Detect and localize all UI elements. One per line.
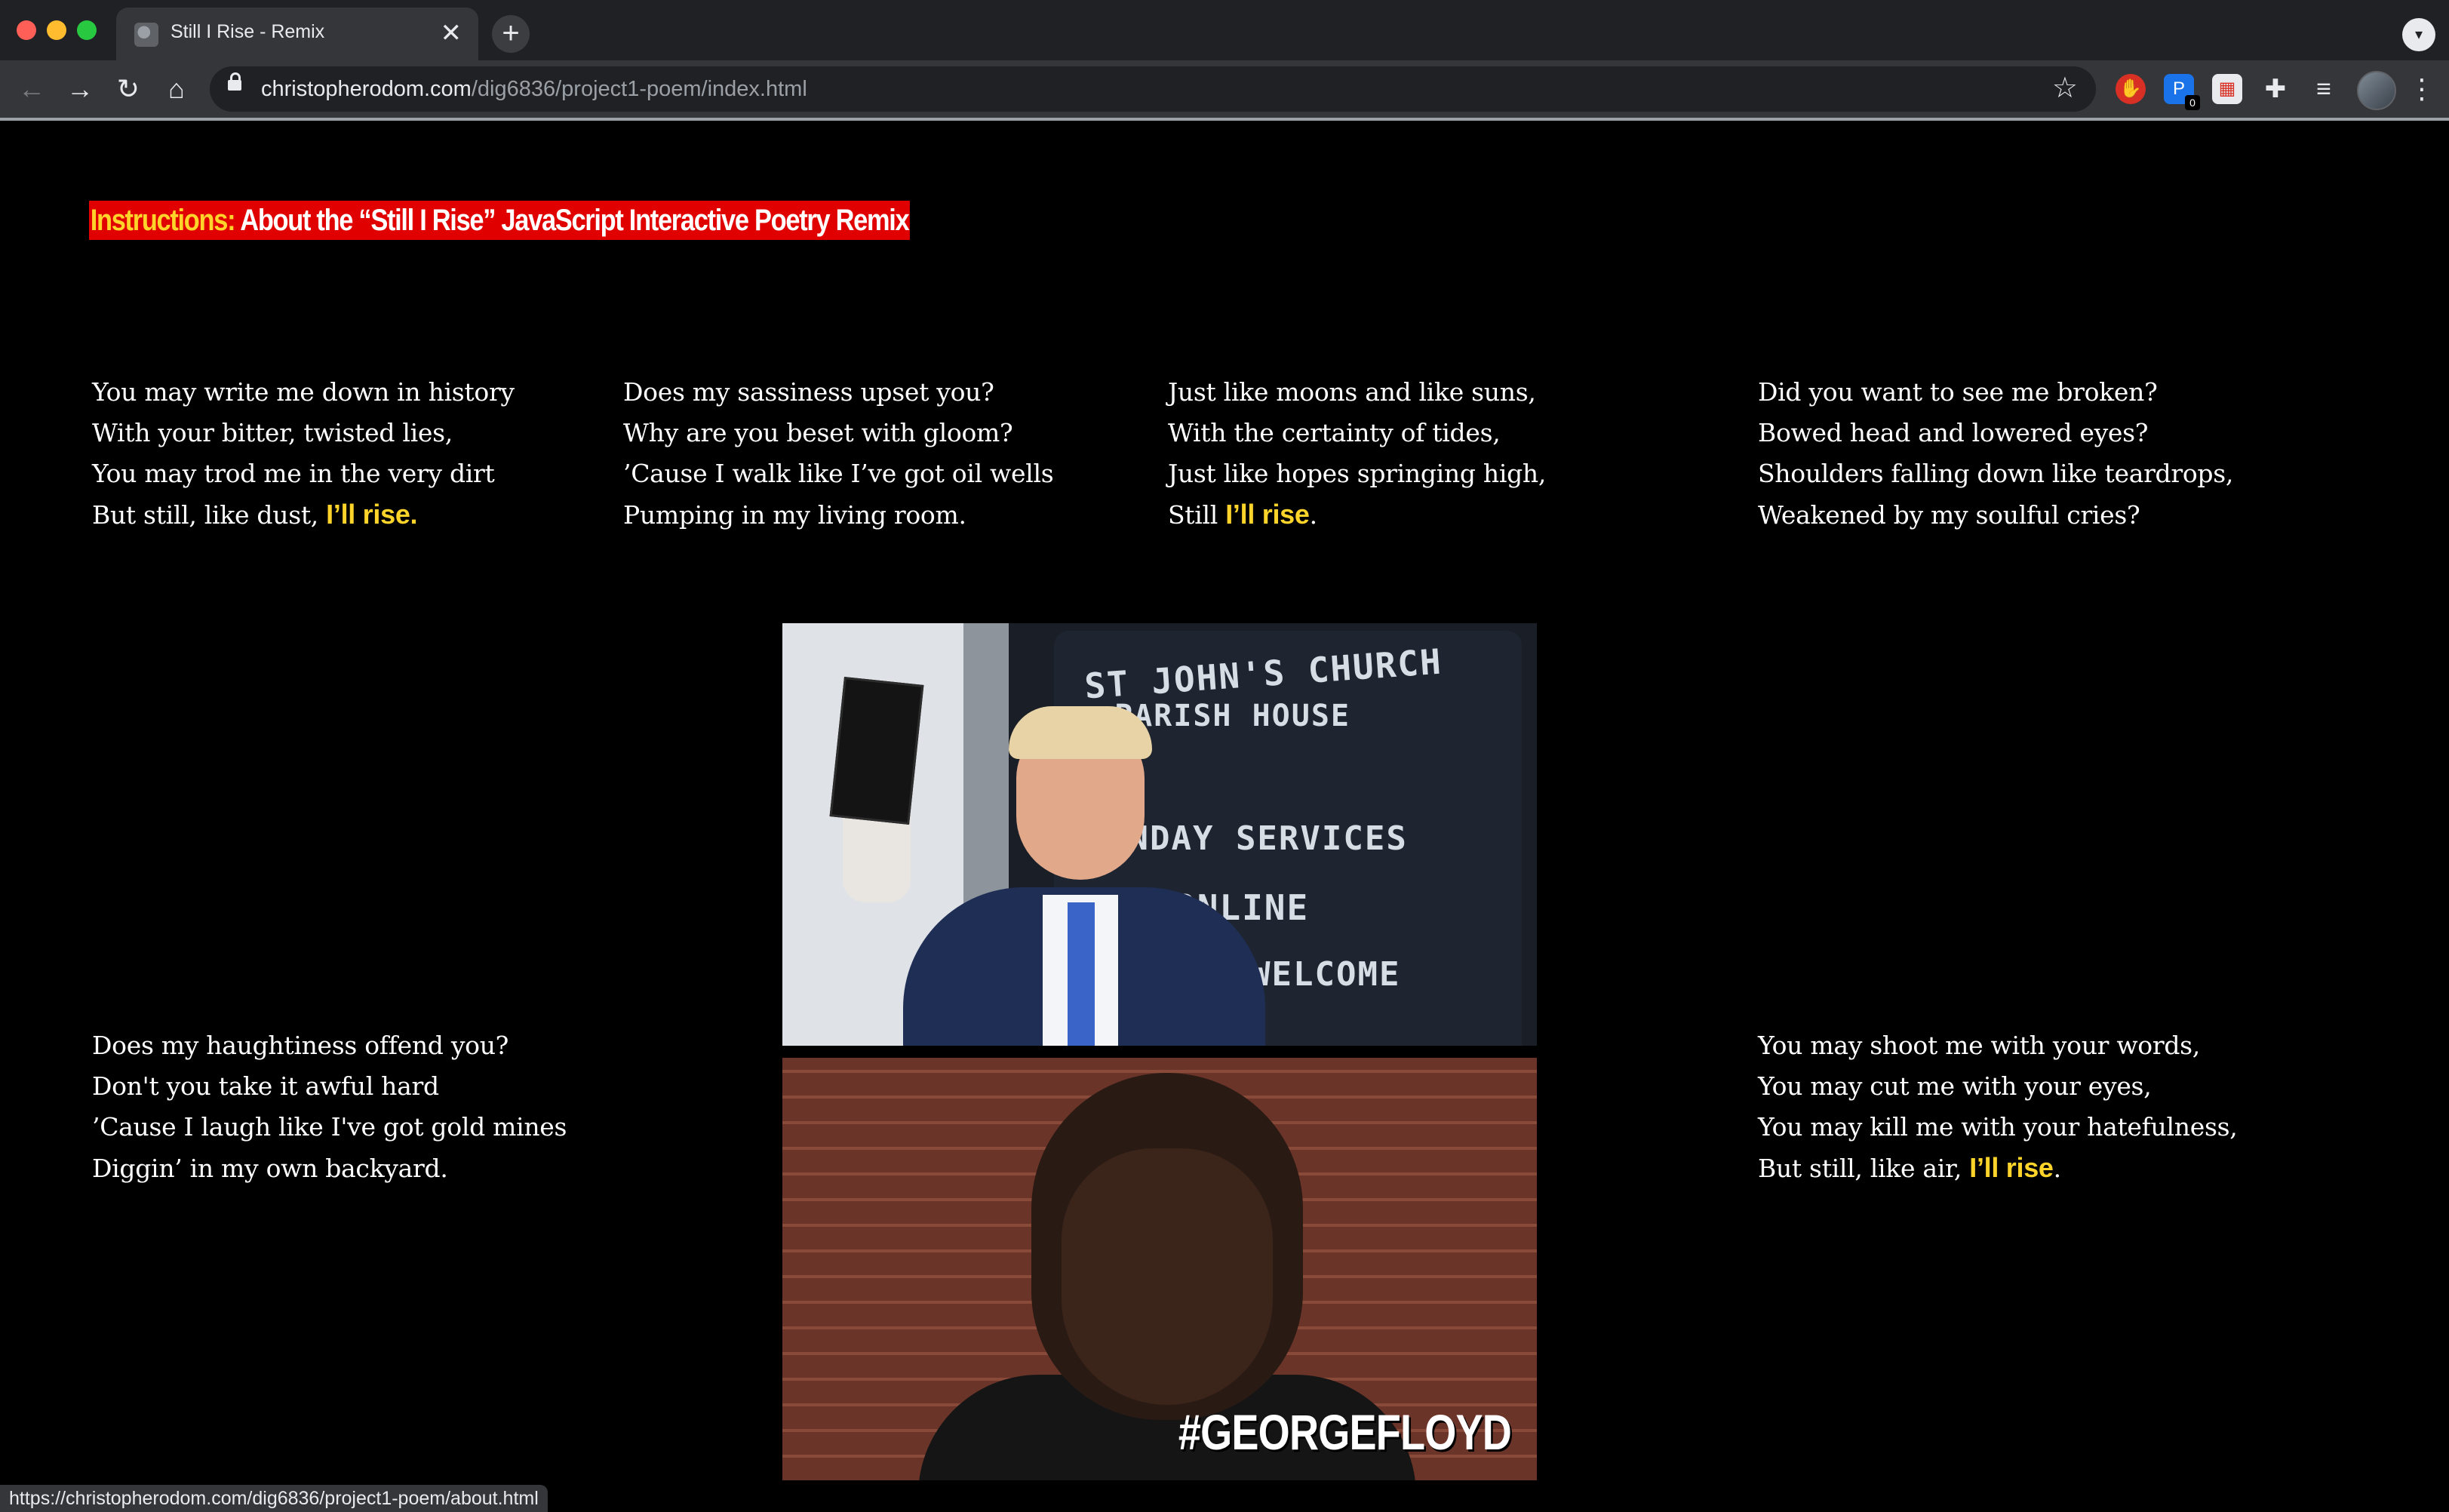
- stanza-line: With your bitter, twisted lies,: [92, 418, 453, 447]
- stanza-line-prefix: Still: [1168, 500, 1226, 530]
- address-bar[interactable]: christopherodom.com/dig6836/project1-poe…: [210, 66, 2096, 112]
- stanza-2: Does my sassiness upset you? Why are you…: [623, 372, 1054, 536]
- reading-list-icon[interactable]: ≡: [2309, 74, 2339, 104]
- maximize-window-button[interactable]: [77, 20, 97, 40]
- page-content: Instructions: About the “Still I Rise” J…: [0, 121, 2449, 1512]
- stanza-line-prefix: Weakened by my soulful cries?: [1758, 500, 2140, 530]
- extension-hand-icon[interactable]: ✋: [2116, 74, 2146, 104]
- minimize-window-button[interactable]: [47, 20, 66, 40]
- stanza-line-prefix: Diggin’ in my own backyard.: [92, 1154, 448, 1183]
- extensions-puzzle-icon[interactable]: ✚: [2260, 74, 2291, 104]
- stanza-line-suffix: .: [1309, 500, 1318, 530]
- home-icon[interactable]: ⌂: [158, 71, 195, 107]
- reload-icon[interactable]: ↻: [110, 71, 146, 107]
- church-photo[interactable]: ST JOHN'S CHURCH PARISH HOUSE UNDAY SERV…: [782, 623, 1537, 1046]
- lock-icon: [228, 72, 241, 91]
- stanza-6: You may shoot me with your words, You ma…: [1758, 1025, 2238, 1189]
- stanza-line: You may trod me in the very dirt: [92, 459, 495, 488]
- tab-title: Still I Rise - Remix: [171, 21, 325, 42]
- sign-text: UNDAY SERVICES: [1107, 819, 1408, 858]
- profile-avatar[interactable]: [2357, 71, 2396, 110]
- sign-text: ST JOHN'S CHURCH: [1083, 641, 1444, 707]
- stanza-line-prefix: But still, like air,: [1758, 1154, 1970, 1183]
- close-window-button[interactable]: [17, 20, 36, 40]
- browser-toolbar: ← → ↻ ⌂ christopherodom.com/dig6836/proj…: [0, 60, 2449, 118]
- stanza-line: You may kill me with your hatefulness,: [1758, 1112, 2238, 1142]
- stanza-line: You may shoot me with your words,: [1758, 1031, 2200, 1060]
- ill-rise-highlight[interactable]: I’ll rise: [1969, 1152, 2054, 1183]
- url-text[interactable]: christopherodom.com/dig6836/project1-poe…: [261, 77, 807, 102]
- stanza-line: Does my sassiness upset you?: [623, 377, 994, 407]
- stanza-line: Shoulders falling down like teardrops,: [1758, 459, 2234, 488]
- extension-p-icon[interactable]: P0: [2164, 74, 2200, 110]
- portrait-photo[interactable]: #GEORGEFLOYD: [782, 1058, 1537, 1480]
- stanza-1: You may write me down in history With yo…: [92, 372, 515, 536]
- stanza-last-line: Still I’ll rise.: [1168, 494, 1546, 536]
- stanza-line-suffix: .: [2053, 1154, 2062, 1183]
- sign-text: WELCOME: [1250, 955, 1401, 994]
- stanza-last-line: Pumping in my living room.: [623, 494, 1053, 536]
- browser-menu-icon[interactable]: ⋮: [2408, 71, 2435, 107]
- status-bar-url: https://christopherodom.com/dig6836/proj…: [0, 1485, 548, 1512]
- new-tab-button[interactable]: +: [492, 15, 530, 53]
- stanza-last-line: Weakened by my soulful cries?: [1758, 494, 2233, 536]
- stanza-last-line: But still, like air, I’ll rise.: [1758, 1148, 2237, 1189]
- sign-text: PARISH HOUSE: [1114, 699, 1350, 733]
- tab-search-icon[interactable]: ▾: [2402, 18, 2435, 51]
- stanza-4: Did you want to see me broken? Bowed hea…: [1758, 372, 2233, 536]
- url-path: /dig6836/project1-poem/index.html: [471, 77, 807, 101]
- stanza-line: Just like hopes springing high,: [1168, 459, 1547, 488]
- stanza-line: Bowed head and lowered eyes?: [1758, 418, 2149, 447]
- stanza-line: With the certainty of tides,: [1168, 418, 1501, 447]
- bookmark-star-icon[interactable]: ☆: [2052, 71, 2078, 105]
- url-host: christopherodom.com: [261, 77, 472, 101]
- favicon-icon: [134, 23, 158, 47]
- stanza-line: Don't you take it awful hard: [92, 1071, 439, 1101]
- stanza-line: You may write me down in history: [92, 377, 515, 407]
- instructions-lead: Instructions:: [90, 204, 236, 237]
- extension-badge: 0: [2185, 95, 2200, 110]
- instructions-link[interactable]: Instructions: About the “Still I Rise” J…: [89, 201, 911, 240]
- extension-calendar-icon[interactable]: ▦: [2212, 74, 2242, 104]
- forward-arrow-icon[interactable]: →: [62, 71, 98, 107]
- figure-tie: [1068, 902, 1095, 1046]
- figure-hair: [1009, 706, 1152, 759]
- portrait-face: [1062, 1148, 1273, 1405]
- stanza-5: Does my haughtiness offend you? Don't yo…: [92, 1025, 567, 1189]
- stanza-line: You may cut me with your eyes,: [1758, 1071, 2152, 1101]
- back-arrow-icon[interactable]: ←: [14, 71, 50, 107]
- tab-close-icon[interactable]: ✕: [441, 18, 462, 48]
- stanza-line: Does my haughtiness offend you?: [92, 1031, 509, 1060]
- ill-rise-highlight[interactable]: I’ll rise: [1225, 499, 1310, 530]
- stanza-line-prefix: But still, like dust,: [92, 500, 327, 530]
- stanza-line: Just like moons and like suns,: [1168, 377, 1536, 407]
- ill-rise-highlight[interactable]: I’ll rise.: [326, 499, 417, 530]
- stanza-3: Just like moons and like suns, With the …: [1168, 372, 1546, 536]
- hashtag-caption: #GEORGEFLOYD: [1178, 1404, 1512, 1460]
- instructions-text: About the “Still I Rise” JavaScript Inte…: [235, 204, 909, 237]
- stanza-line: Why are you beset with gloom?: [623, 418, 1013, 447]
- stanza-line: Did you want to see me broken?: [1758, 377, 2158, 407]
- stanza-last-line: But still, like dust, I’ll rise.: [92, 494, 515, 536]
- bible-icon: [829, 676, 924, 825]
- browser-tab-bar: Still I Rise - Remix ✕ + ▾: [0, 0, 2449, 60]
- stanza-line: ’Cause I laugh like I've got gold mines: [92, 1112, 567, 1142]
- browser-tab[interactable]: Still I Rise - Remix ✕: [116, 8, 478, 60]
- stanza-last-line: Diggin’ in my own backyard.: [92, 1148, 567, 1189]
- stanza-line-prefix: Pumping in my living room.: [623, 500, 966, 530]
- stanza-line: ’Cause I walk like I’ve got oil wells: [623, 459, 1054, 488]
